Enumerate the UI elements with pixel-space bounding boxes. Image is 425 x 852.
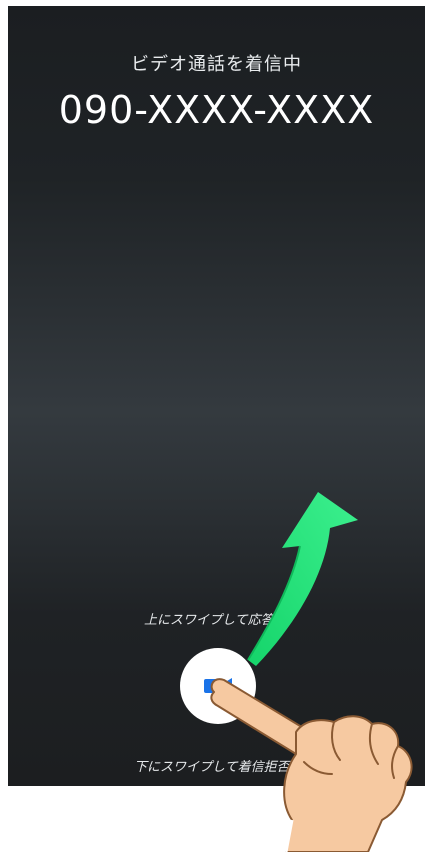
answer-video-call-button[interactable] xyxy=(180,648,256,724)
video-camera-icon xyxy=(204,678,232,694)
incoming-call-label: ビデオ通話を着信中 xyxy=(131,54,302,75)
swipe-down-hint: 下にスワイプして着信拒否 xyxy=(134,760,290,775)
incoming-call-screen: ビデオ通話を着信中 090-XXXX-XXXX 上にスワイプして応答 下にスワイ… xyxy=(8,6,425,786)
caller-number: 090-XXXX-XXXX xyxy=(58,88,375,132)
swipe-up-hint: 上にスワイプして応答 xyxy=(144,613,274,628)
page: ビデオ通話を着信中 090-XXXX-XXXX 上にスワイプして応答 下にスワイ… xyxy=(0,0,425,852)
